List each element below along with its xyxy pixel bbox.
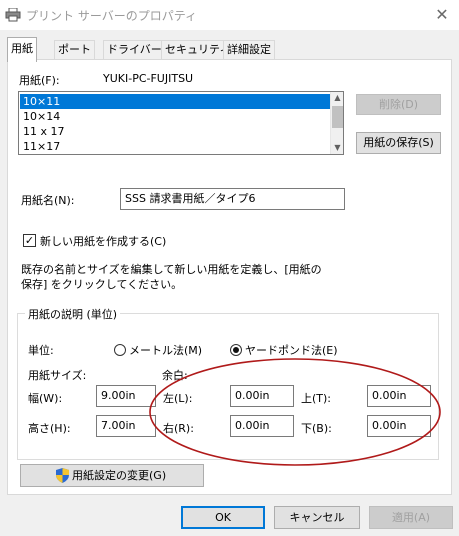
change-paper-settings-button[interactable]: 用紙設定の変更(G) xyxy=(20,464,204,487)
paper-size-label: 用紙サイズ: xyxy=(28,369,87,382)
apply-button[interactable]: 適用(A) xyxy=(369,506,453,529)
scroll-down-icon[interactable]: ▼ xyxy=(331,142,343,154)
form-name-label: 用紙名(N): xyxy=(21,194,75,207)
description-line-2: 保存] をクリックしてください。 xyxy=(21,278,183,291)
left-margin-input[interactable]: 0.00in xyxy=(230,385,294,407)
server-name: YUKI-PC-FUJITSU xyxy=(103,72,194,85)
bottom-margin-input[interactable]: 0.00in xyxy=(367,415,431,437)
metric-radio[interactable] xyxy=(114,344,126,356)
left-margin-label: 左(L): xyxy=(163,392,193,405)
width-input[interactable]: 9.00in xyxy=(96,385,156,407)
list-item[interactable]: 11 x 17 xyxy=(20,124,331,139)
imperial-label: ヤードポンド法(E) xyxy=(245,344,338,357)
group-title: 用紙の説明 (単位) xyxy=(25,306,121,322)
close-icon[interactable]: ✕ xyxy=(429,4,455,26)
tab-port[interactable]: ポート xyxy=(54,40,95,60)
tab-advanced[interactable]: 詳細設定 xyxy=(223,40,275,60)
create-new-checkbox[interactable]: ✓ xyxy=(23,234,36,247)
paper-listbox[interactable]: 10×11 10×14 11 x 17 11×17 ▲ ▼ xyxy=(18,91,344,155)
height-label: 高さ(H): xyxy=(28,422,71,435)
metric-label: メートル法(M) xyxy=(129,344,203,357)
top-margin-label: 上(T): xyxy=(301,392,332,405)
scroll-up-icon[interactable]: ▲ xyxy=(331,92,343,104)
description-line-1: 既存の名前とサイズを編集して新しい用紙を定義し、[用紙の xyxy=(21,263,322,276)
right-margin-input[interactable]: 0.00in xyxy=(230,415,294,437)
change-settings-label: 用紙設定の変更(G) xyxy=(72,469,167,482)
top-margin-input[interactable]: 0.00in xyxy=(367,385,431,407)
ok-button[interactable]: OK xyxy=(181,506,265,529)
unit-label: 単位: xyxy=(28,344,54,357)
delete-button[interactable]: 削除(D) xyxy=(356,94,441,115)
list-item[interactable]: 10×11 xyxy=(20,94,331,109)
scroll-thumb[interactable] xyxy=(332,106,343,128)
paper-list-label: 用紙(F): xyxy=(19,74,60,87)
tab-driver[interactable]: ドライバー xyxy=(103,40,166,60)
width-label: 幅(W): xyxy=(28,392,63,405)
form-name-input[interactable]: SSS 請求書用紙／タイプ6 xyxy=(120,188,345,210)
cancel-button[interactable]: キャンセル xyxy=(274,506,360,529)
margin-label: 余白: xyxy=(162,369,188,382)
list-item[interactable]: 10×14 xyxy=(20,109,331,124)
tab-paper[interactable]: 用紙 xyxy=(7,37,37,62)
radio-selected-dot xyxy=(233,347,239,353)
shield-icon xyxy=(56,468,69,483)
imperial-radio[interactable] xyxy=(230,344,242,356)
window-title: プリント サーバーのプロパティ xyxy=(26,9,197,23)
height-input[interactable]: 7.00in xyxy=(96,415,156,437)
save-form-button[interactable]: 用紙の保存(S) xyxy=(356,132,441,154)
list-item[interactable]: 11×17 xyxy=(20,139,331,154)
create-new-label: 新しい用紙を作成する(C) xyxy=(40,235,167,248)
listbox-scrollbar[interactable]: ▲ ▼ xyxy=(330,92,343,154)
printer-icon xyxy=(5,8,21,22)
right-margin-label: 右(R): xyxy=(163,422,194,435)
bottom-margin-label: 下(B): xyxy=(301,422,332,435)
